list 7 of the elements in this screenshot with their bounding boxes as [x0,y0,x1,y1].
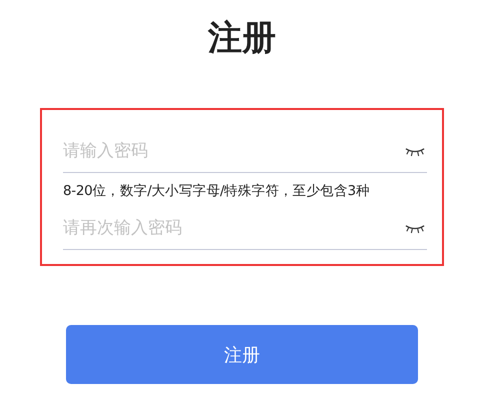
register-button[interactable]: 注册 [66,325,418,384]
password-field[interactable]: 请再次输入密码 [63,218,405,238]
page-title: 注册 [208,17,276,60]
password-hint: 8-20位，数字/大小写字母/特殊字符，至少包含3种 [63,182,371,201]
closed-eye-icon[interactable] [405,222,425,234]
password-field[interactable]: 请输入密码 [63,141,405,161]
closed-eye-icon[interactable] [405,146,425,156]
